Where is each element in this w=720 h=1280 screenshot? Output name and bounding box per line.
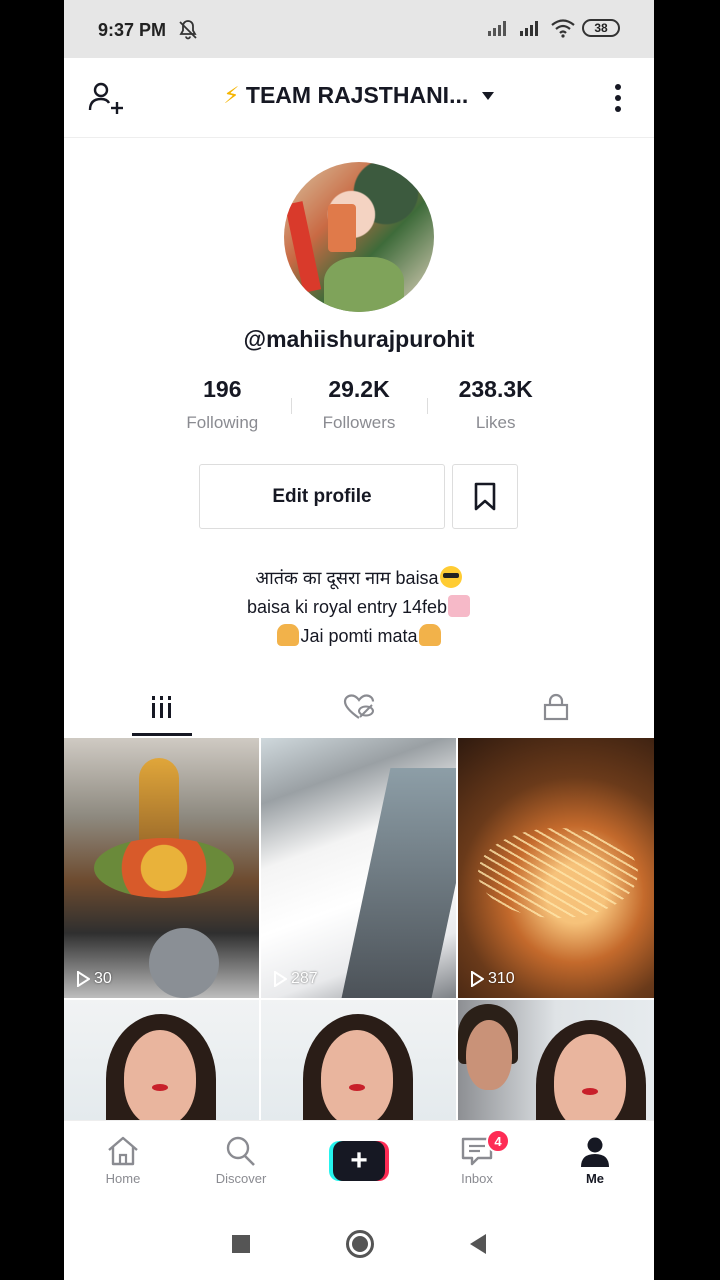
bio-line-2: baisa ki royal entry 14feb: [64, 593, 654, 622]
status-bar: 9:37 PM 38: [64, 0, 654, 58]
home-system-icon[interactable]: [346, 1230, 374, 1258]
create-button[interactable]: +: [329, 1141, 389, 1181]
video-thumbnail[interactable]: [64, 1000, 259, 1120]
lock-icon: [543, 693, 568, 721]
nav-inbox[interactable]: 4 Inbox: [418, 1121, 536, 1208]
tab-liked[interactable]: [261, 678, 458, 736]
video-thumbnail[interactable]: 287: [261, 738, 456, 998]
play-count: 287: [273, 970, 318, 988]
stat-value: 238.3K: [458, 376, 533, 402]
play-icon: [77, 971, 90, 987]
username: @mahiishurajpurohit: [243, 326, 475, 352]
recents-icon[interactable]: [232, 1235, 250, 1253]
home-icon: [108, 1136, 138, 1166]
search-icon: [226, 1136, 255, 1166]
video-thumbnail[interactable]: [261, 1000, 456, 1120]
system-nav-bar: [64, 1208, 654, 1280]
tab-videos[interactable]: [64, 678, 261, 736]
video-thumbnail[interactable]: 310: [458, 738, 654, 998]
stat-label: Following: [186, 413, 259, 432]
chevron-down-icon: [481, 92, 494, 100]
bell-muted-icon: [179, 20, 197, 40]
plus-icon: +: [333, 1141, 385, 1181]
nav-label: Discover: [215, 1171, 267, 1186]
sunglasses-emoji: [439, 566, 462, 588]
nav-label: Inbox: [461, 1171, 493, 1186]
signal-icon-2: [520, 21, 538, 36]
stat-likes[interactable]: 238.3K Likes: [427, 376, 564, 438]
nav-home[interactable]: Home: [64, 1121, 182, 1208]
stat-label: Followers: [322, 413, 396, 432]
video-grid: 30 287 310: [64, 738, 654, 1120]
lightning-emoji: ⚡: [223, 82, 240, 108]
back-icon[interactable]: [470, 1234, 486, 1254]
signal-icon: [488, 21, 506, 36]
status-time: 9:37 PM: [98, 20, 167, 40]
nav-discover[interactable]: Discover: [182, 1121, 300, 1208]
bookmark-icon: [474, 482, 496, 510]
stat-value: 196: [203, 376, 242, 402]
nav-label: Home: [105, 1171, 141, 1186]
more-options-icon[interactable]: [608, 80, 628, 116]
stat-following[interactable]: 196 Following: [154, 376, 291, 438]
stat-value: 29.2K: [328, 376, 390, 402]
edit-profile-button[interactable]: Edit profile: [199, 464, 445, 529]
bio-line-3: Jai pomti mata: [64, 622, 654, 651]
inbox-badge: 4: [486, 1129, 510, 1153]
play-icon: [471, 971, 484, 987]
tab-private[interactable]: [457, 678, 654, 736]
folded-hands-emoji: [418, 624, 441, 646]
nav-me[interactable]: Me: [536, 1121, 654, 1208]
play-count: 310: [470, 970, 515, 988]
profile-icon: [581, 1137, 609, 1167]
bio-line-1: आतंक का दूसरा नाम baisa: [64, 564, 654, 593]
profile-tabs: [64, 678, 654, 736]
heart-hidden-icon: [343, 694, 375, 719]
nav-create[interactable]: +: [300, 1121, 418, 1208]
stat-label: Likes: [475, 413, 516, 432]
battery-indicator: 38: [582, 19, 620, 37]
avatar[interactable]: [284, 162, 434, 312]
account-name: TEAM RAJSTHANI...: [245, 82, 469, 108]
favorites-button[interactable]: [452, 464, 518, 529]
bottom-nav: Home Discover + 4 Inbox Me: [64, 1120, 654, 1208]
grid-icon: [152, 696, 172, 718]
profile-stats: 196 Following 29.2K Followers 238.3K Lik…: [154, 376, 564, 438]
folded-hands-emoji: [277, 624, 300, 646]
profile-bio: आतंक का दूसरा नाम baisa baisa ki royal e…: [64, 564, 654, 651]
status-icons: 38: [486, 18, 620, 38]
phone-screen: 9:37 PM 38 ⚡ TEAM RAJSTHANI... @mahiishu…: [64, 0, 654, 1280]
profile-header: ⚡ TEAM RAJSTHANI...: [64, 58, 654, 138]
account-switcher[interactable]: ⚡ TEAM RAJSTHANI...: [64, 82, 654, 109]
nav-label: Me: [585, 1171, 605, 1186]
wifi-icon: [551, 19, 575, 38]
video-thumbnail[interactable]: [458, 1000, 654, 1120]
play-count: 30: [76, 970, 112, 988]
video-thumbnail[interactable]: 30: [64, 738, 259, 998]
stat-followers[interactable]: 29.2K Followers: [290, 376, 428, 438]
cake-emoji: [448, 595, 471, 617]
play-icon: [274, 971, 287, 987]
